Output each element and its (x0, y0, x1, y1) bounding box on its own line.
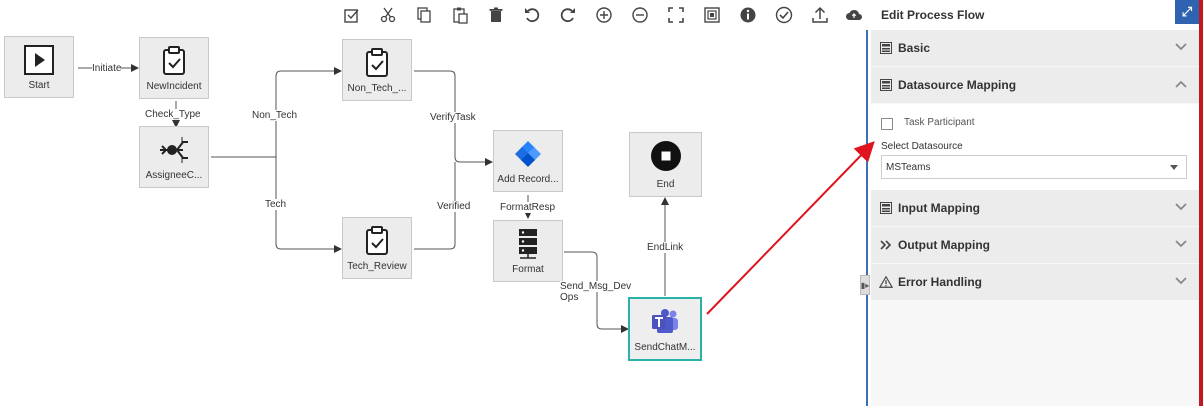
edge-label: Initiate (92, 63, 122, 74)
edge-label: Check_Type (145, 109, 201, 120)
form-icon (879, 78, 893, 92)
panel-title: Edit Process Flow (881, 8, 985, 22)
jira-icon (494, 139, 562, 169)
teams-icon (630, 307, 700, 337)
server-icon (494, 229, 562, 259)
edge-label: Ops (560, 292, 579, 303)
section-output-mapping[interactable]: Output Mapping (871, 227, 1199, 264)
play-icon (5, 45, 73, 75)
node-label: Non_Tech_... (347, 83, 407, 94)
node-send-chat[interactable]: SendChatM... (628, 297, 702, 361)
section-label: Error Handling (898, 275, 983, 289)
node-label: Start (28, 80, 50, 91)
chevron-up-icon[interactable] (1175, 77, 1187, 91)
edge-label: Send_Msg_Dev (560, 281, 632, 292)
clipboard-check-icon (343, 48, 411, 78)
flow-connectors (78, 64, 669, 333)
select-datasource-label: Select Datasource (881, 141, 963, 152)
node-label: Add Record... (497, 174, 559, 185)
node-label: SendChatM... (634, 342, 696, 353)
node-start[interactable]: Start (4, 36, 74, 98)
node-tech-review[interactable]: Tech_Review (342, 217, 412, 279)
node-format[interactable]: Format (493, 220, 563, 282)
node-label: End (656, 179, 675, 190)
chevron-down-icon[interactable] (1175, 200, 1187, 214)
node-label: NewIncident (146, 81, 202, 92)
warning-icon (879, 275, 893, 289)
section-basic[interactable]: Basic (871, 30, 1199, 67)
section-label: Output Mapping (898, 238, 990, 252)
section-label: Datasource Mapping (898, 78, 1017, 92)
section-error-handling[interactable]: Error Handling (871, 264, 1199, 301)
panel-header: Edit Process Flow ⤢ (871, 0, 1199, 30)
caret-down-icon (1170, 165, 1178, 170)
section-label: Basic (898, 41, 931, 55)
collapse-panel-handle[interactable]: ▮▸ (860, 275, 870, 295)
node-end[interactable]: End (629, 132, 702, 197)
edge-label: VerifyTask (430, 112, 476, 123)
node-add-record[interactable]: Add Record... (493, 130, 563, 192)
chevron-down-icon[interactable] (1175, 274, 1187, 288)
panel-divider (866, 30, 868, 406)
window-edge (1199, 0, 1203, 406)
datasource-mapping-body: Task Participant Select Datasource MSTea… (871, 104, 1199, 190)
section-datasource-mapping[interactable]: Datasource Mapping (871, 67, 1199, 104)
expand-icon[interactable]: ⤢ (1175, 0, 1199, 24)
edge-label: Verified (437, 201, 471, 212)
node-label: Format (512, 264, 544, 275)
form-icon (879, 201, 893, 215)
clipboard-check-icon (140, 46, 208, 76)
node-label: Tech_Review (347, 261, 407, 272)
chevron-down-icon[interactable] (1175, 237, 1187, 251)
task-participant-label: Task Participant (904, 117, 975, 128)
edge-label: FormatResp (500, 202, 556, 213)
section-label: Input Mapping (898, 201, 980, 215)
node-new-incident[interactable]: NewIncident (139, 37, 209, 99)
node-assignee[interactable]: AssigneeC... (139, 126, 209, 188)
process-canvas[interactable]: Start NewIncident AssigneeC... Non_Tech_… (0, 0, 866, 406)
chevron-down-icon[interactable] (1175, 40, 1187, 54)
edge-label: Tech (265, 199, 287, 210)
node-non-tech[interactable]: Non_Tech_... (342, 39, 412, 101)
datasource-value: MSTeams (886, 161, 931, 173)
stop-icon (630, 141, 701, 171)
decision-branch-icon (140, 135, 208, 165)
edge-label: EndLink (647, 242, 684, 253)
edit-process-flow-panel: Edit Process Flow ⤢ Basic Datasource Map… (871, 0, 1199, 406)
datasource-select[interactable]: MSTeams (881, 155, 1187, 179)
form-icon (879, 41, 893, 55)
task-participant-checkbox[interactable] (881, 118, 893, 130)
double-chevron-right-icon (879, 238, 893, 252)
edge-label: Non_Tech (252, 110, 298, 121)
clipboard-check-icon (343, 226, 411, 256)
section-input-mapping[interactable]: Input Mapping (871, 190, 1199, 227)
node-label: AssigneeC... (145, 170, 203, 181)
